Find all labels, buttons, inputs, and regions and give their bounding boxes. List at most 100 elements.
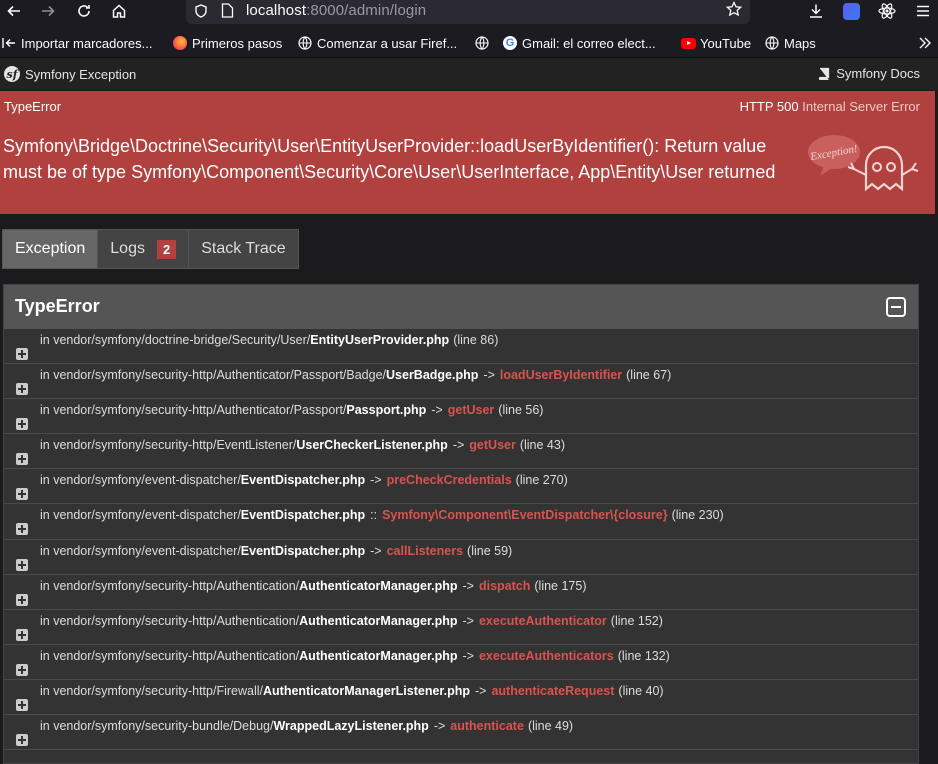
expand-plus-icon[interactable]	[16, 698, 28, 711]
trace-row[interactable]: in vendor/symfony/event-dispatcher/Event…	[4, 540, 918, 575]
bookmark-maps[interactable]: Maps	[764, 35, 816, 51]
trace-row[interactable]: in vendor/symfony/security-http/Authenti…	[4, 399, 918, 435]
trace-file[interactable]: AuthenticatorManager.php	[299, 614, 457, 628]
trace-text: in vendor/symfony/security-http/Authenti…	[40, 403, 543, 417]
trace-function[interactable]: getUser	[448, 403, 495, 417]
home-button[interactable]	[106, 0, 132, 22]
trace-line: (line 43)	[519, 438, 566, 453]
trace-file[interactable]: WrappedLazyListener.php	[273, 719, 428, 733]
trace-file[interactable]: EventDispatcher.php	[241, 544, 365, 558]
trace-function[interactable]: loadUserByIdentifier	[500, 368, 622, 382]
expand-plus-icon[interactable]	[16, 488, 28, 501]
expand-plus-icon[interactable]	[16, 558, 28, 571]
expand-plus-icon[interactable]	[16, 453, 28, 466]
trace-function[interactable]: Symfony\Component\EventDispatcher\{closu…	[382, 508, 667, 522]
trace-function[interactable]: dispatch	[479, 579, 530, 593]
forward-arrow-icon	[42, 5, 55, 17]
forward-button[interactable]	[35, 0, 61, 22]
expand-plus-icon[interactable]	[16, 628, 28, 641]
symfony-docs-link[interactable]: Symfony Docs	[818, 66, 920, 81]
tab-label: Stack Trace	[201, 240, 286, 257]
trace-file[interactable]: AuthenticatorManager.php	[299, 649, 457, 663]
trace-row[interactable]: in vendor/symfony/doctrine-bridge/Securi…	[4, 329, 918, 365]
bookmark-globe[interactable]	[474, 35, 494, 51]
expand-plus-icon[interactable]	[16, 348, 28, 360]
trace-file[interactable]: EventDispatcher.php	[241, 508, 365, 522]
expand-plus-icon[interactable]	[16, 418, 28, 431]
trace-function[interactable]: preCheckCredentials	[387, 473, 512, 487]
bookmark-primeros-pasos[interactable]: Primeros pasos	[172, 35, 282, 51]
trace-row[interactable]: in vendor/symfony/security-http/Authenti…	[4, 645, 918, 680]
trace-row[interactable]: in vendor/symfony/security-bundle/Debug/…	[4, 715, 918, 751]
back-button[interactable]	[1, 0, 27, 22]
trace-path: in vendor/symfony/doctrine-bridge/Securi…	[40, 333, 311, 347]
expand-plus-icon[interactable]	[16, 734, 28, 747]
tab-label: Logs	[110, 240, 145, 257]
tab-label: Exception	[15, 240, 86, 257]
bookmark-label: Primeros pasos	[192, 35, 283, 51]
trace-file[interactable]: EntityUserProvider.php	[310, 333, 449, 347]
bookmark-comenzar[interactable]: Comenzar a usar Firef...	[297, 35, 457, 51]
trace-operator: ->	[370, 543, 382, 558]
trace-row[interactable]: in vendor/symfony/event-dispatcher/Event…	[4, 504, 918, 540]
trace-row[interactable]: in vendor/symfony/security-http/Authenti…	[4, 610, 918, 645]
menu-button[interactable]	[910, 0, 936, 22]
trace-line: (line 40)	[618, 683, 664, 698]
downloads-button[interactable]	[803, 0, 829, 22]
globe-icon	[474, 35, 490, 51]
expand-plus-icon[interactable]	[16, 663, 28, 676]
bookmarks-overflow[interactable]	[918, 35, 932, 51]
expand-plus-icon[interactable]	[16, 523, 28, 536]
trace-row[interactable]: in vendor/symfony/event-dispatcher/Event…	[4, 469, 918, 505]
trace-operator: ->	[431, 403, 443, 418]
page-icon[interactable]	[221, 3, 234, 18]
url-bar[interactable]: localhost:8000/admin/login	[186, 0, 750, 24]
trace-operator: ->	[483, 368, 495, 383]
trace-text: in vendor/symfony/security-http/Authenti…	[40, 579, 587, 593]
trace-header[interactable]: TypeError	[4, 285, 918, 329]
docs-label: Symfony Docs	[836, 66, 920, 81]
trace-function[interactable]: executeAuthenticator	[479, 614, 607, 628]
url-text[interactable]: localhost:8000/admin/login	[246, 2, 426, 19]
trace-text: in vendor/symfony/event-dispatcher/Event…	[40, 508, 724, 522]
shield-icon[interactable]	[194, 4, 208, 18]
expand-plus-icon[interactable]	[16, 383, 28, 396]
trace-function[interactable]: authenticate	[450, 719, 524, 733]
trace-line: (line 270)	[515, 473, 568, 488]
trace-function[interactable]: getUser	[469, 438, 516, 452]
trace-file[interactable]: AuthenticatorManagerListener.php	[263, 684, 470, 698]
google-icon: G	[502, 35, 518, 51]
extension-button[interactable]	[838, 0, 864, 22]
trace-row[interactable]: in vendor/symfony/security-http/Authenti…	[4, 575, 918, 610]
bookmark-import[interactable]: Importar marcadores...	[1, 35, 153, 51]
tab-exception[interactable]: Exception	[3, 230, 99, 268]
bookmark-star-icon[interactable]	[726, 1, 742, 17]
bookmark-label: Comenzar a usar Firef...	[317, 35, 458, 51]
trace-function[interactable]: authenticateRequest	[491, 684, 614, 698]
trace-file[interactable]: Passport.php	[346, 403, 426, 417]
bookmark-youtube[interactable]: YouTube	[680, 35, 751, 51]
reload-button[interactable]	[71, 0, 97, 22]
trace-path: in vendor/symfony/event-dispatcher/	[40, 473, 241, 488]
trace-row[interactable]: in vendor/symfony/security-http/Firewall…	[4, 680, 918, 716]
exception-class: TypeError	[4, 99, 62, 114]
http-status: HTTP 500 Internal Server Error	[740, 99, 920, 114]
trace-file[interactable]: UserCheckerListener.php	[296, 438, 447, 452]
trace-row[interactable]: in vendor/symfony/security-http/Authenti…	[4, 364, 918, 400]
trace-file[interactable]: EventDispatcher.php	[241, 473, 365, 487]
bookmark-gmail[interactable]: G Gmail: el correo elect...	[502, 35, 656, 51]
tab-logs[interactable]: Logs 2	[98, 230, 190, 268]
trace-file[interactable]: AuthenticatorManager.php	[299, 579, 457, 593]
trace-operator: ->	[433, 719, 446, 734]
chevron-double-right-icon	[919, 37, 931, 49]
trace-file[interactable]: UserBadge.php	[386, 368, 478, 382]
trace-row[interactable]: in vendor/symfony/security-http/EventLis…	[4, 434, 918, 470]
tab-stack-trace[interactable]: Stack Trace	[189, 230, 297, 268]
trace-function[interactable]: callListeners	[387, 544, 463, 558]
trace-function[interactable]: executeAuthenticators	[479, 649, 614, 663]
react-devtools-button[interactable]	[874, 0, 900, 22]
trace-operator: ->	[462, 613, 474, 628]
collapse-icon[interactable]	[886, 297, 906, 317]
firefox-icon	[172, 35, 188, 51]
expand-plus-icon[interactable]	[16, 593, 28, 606]
